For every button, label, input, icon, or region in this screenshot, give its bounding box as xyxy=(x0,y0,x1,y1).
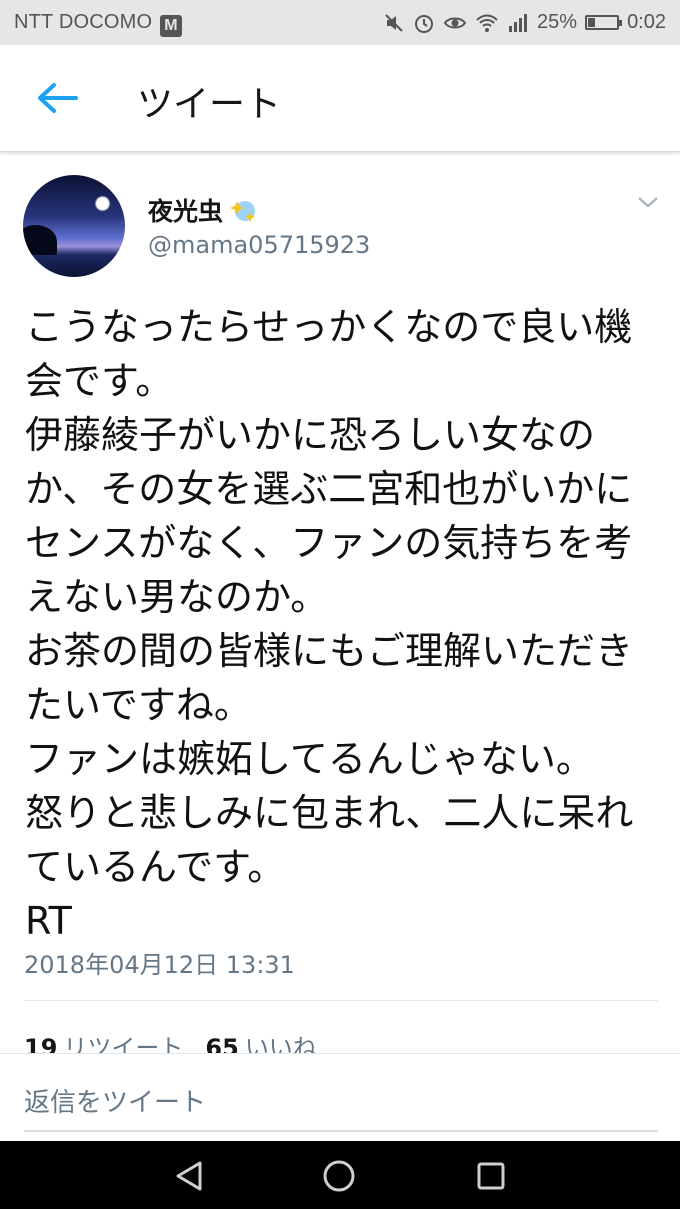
wifi-icon xyxy=(476,14,498,32)
like-count: 65 xyxy=(205,1034,239,1054)
carrier-label: NTT DOCOMO M xyxy=(14,11,183,37)
divider xyxy=(24,1000,658,1001)
page-title: ツイート xyxy=(137,84,282,125)
tweet-stats: 19 リツイート 65 いいね xyxy=(24,1028,664,1054)
like-stat[interactable]: 65 いいね xyxy=(205,1034,316,1054)
retweet-stat[interactable]: 19 リツイート xyxy=(24,1034,183,1054)
display-name[interactable]: 夜光虫 xyxy=(148,192,258,228)
sparkle-icon xyxy=(230,201,256,222)
like-label: いいね xyxy=(244,1034,317,1054)
mute-icon xyxy=(385,13,403,32)
tweet-timestamp: 2018年04月12日 13:31 xyxy=(24,951,295,979)
battery-icon xyxy=(585,15,623,30)
home-circle-icon[interactable] xyxy=(322,1159,356,1193)
clock: 0:02 xyxy=(627,11,666,33)
eye-icon xyxy=(443,17,467,28)
signal-icon xyxy=(509,13,528,32)
reply-composer: 返信をツイート xyxy=(0,1053,680,1142)
retweet-label: リツイート xyxy=(63,1034,184,1054)
carrier-badge: M xyxy=(160,15,183,37)
chevron-down-icon[interactable] xyxy=(637,195,659,209)
system-navbar xyxy=(0,1141,680,1209)
user-handle[interactable]: @mama05715923 xyxy=(148,231,370,259)
battery-fill xyxy=(588,18,596,27)
back-triangle-icon[interactable] xyxy=(172,1159,206,1193)
app-header: ツイート xyxy=(0,45,680,152)
status-bar: NTT DOCOMO M 25% 0:02 xyxy=(0,0,680,45)
reply-input[interactable]: 返信をツイート xyxy=(24,1082,206,1119)
reply-underline xyxy=(24,1130,658,1132)
tweet-text: こうなったらせっかくなので良い機会です。 伊藤綾子がいかに恐ろしい女なのか、その… xyxy=(25,305,634,943)
recents-square-icon[interactable] xyxy=(474,1159,508,1193)
back-arrow-icon[interactable] xyxy=(36,81,78,115)
avatar[interactable] xyxy=(23,175,125,277)
battery-percent: 25% xyxy=(537,11,578,33)
retweet-count: 19 xyxy=(24,1034,58,1054)
alarm-icon xyxy=(415,14,434,33)
